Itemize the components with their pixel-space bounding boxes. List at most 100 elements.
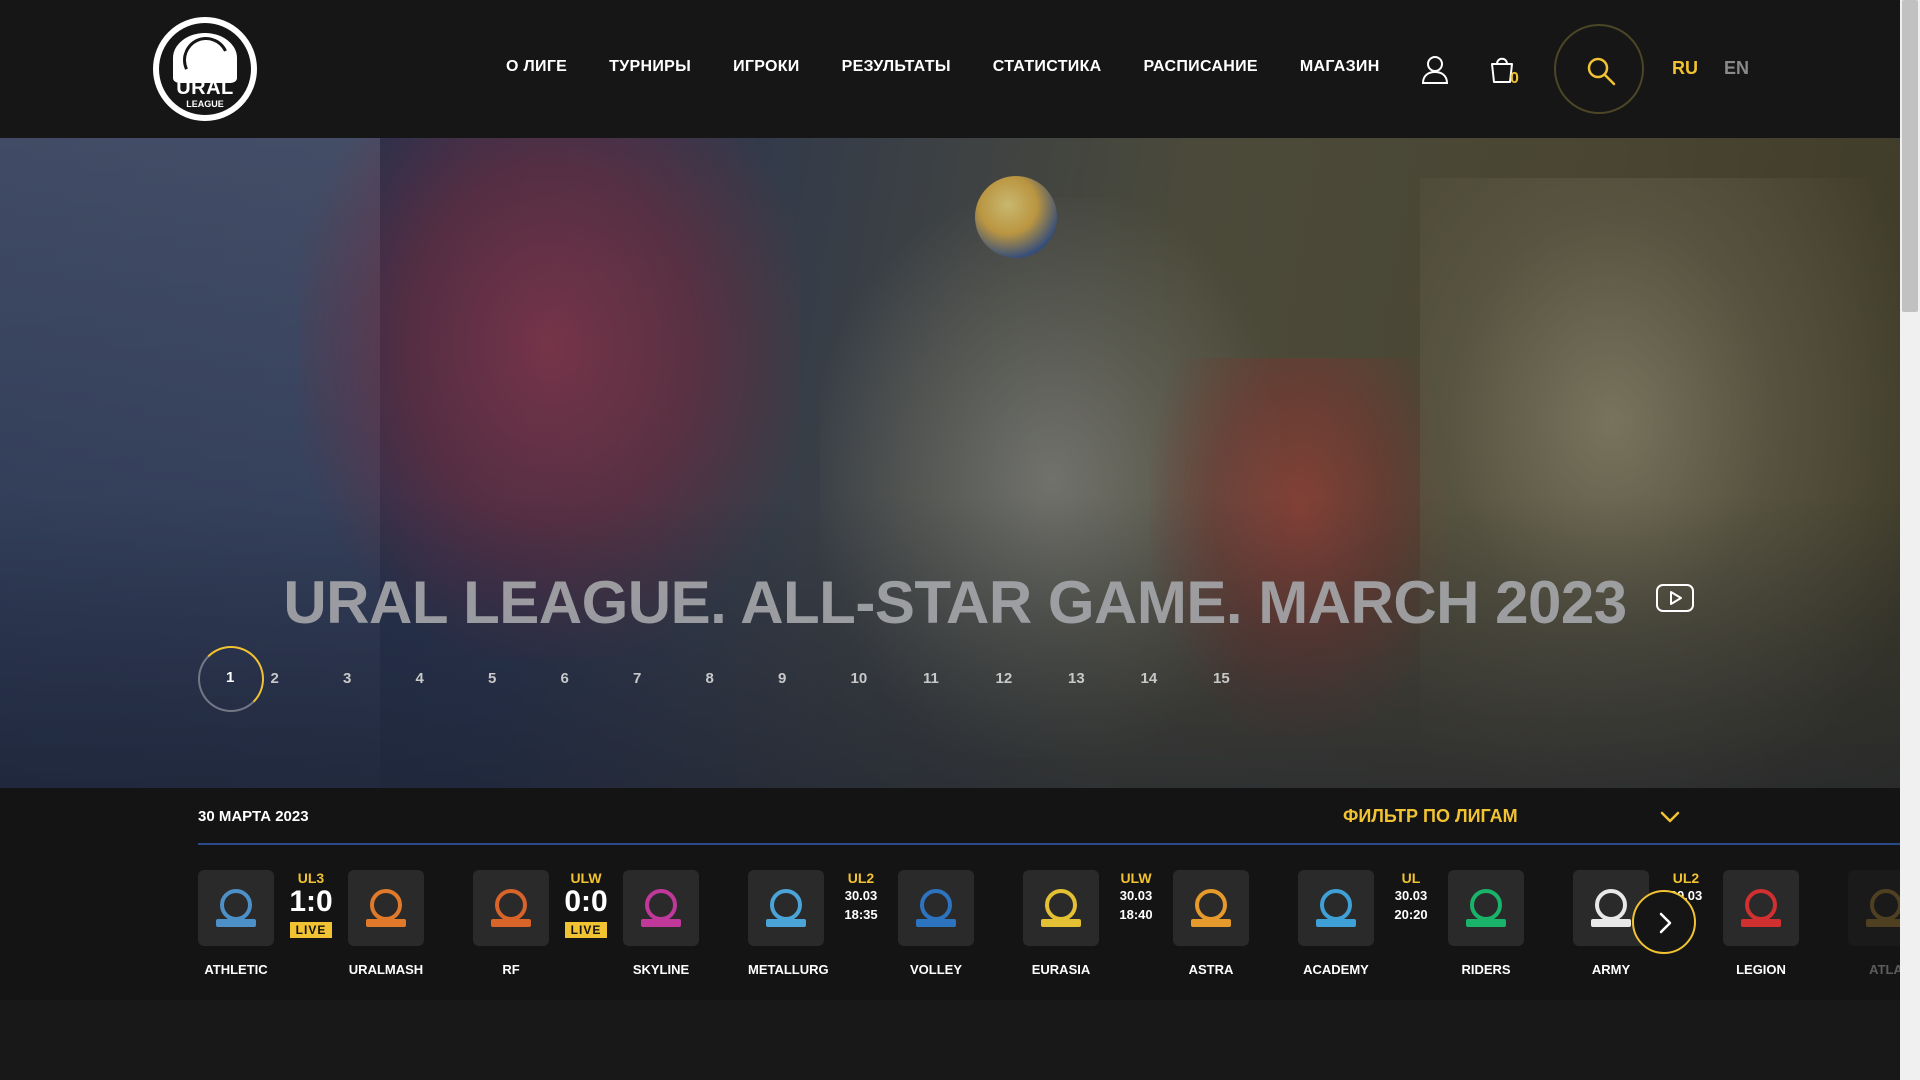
match-card[interactable]: ARMYUL230.03...0LEGION [1573,870,1845,990]
main-nav: О ЛИГЕ ТУРНИРЫ ИГРОКИ РЕЗУЛЬТАТЫ СТАТИСТ… [506,58,1380,76]
matches-strip: 30 МАРТА 2023 ФИЛЬТР ПО ЛИГАМ ATHLETIC UL… [0,788,1920,1000]
cart-count-badge: 0 [1510,70,1519,87]
search-icon [1587,57,1616,86]
slide-dot[interactable]: 2 [271,670,344,687]
team-logo-icon [348,870,424,946]
slide-dot[interactable]: 7 [633,670,706,687]
league-code: UL2 [1672,870,1700,886]
nav-item-shop[interactable]: МАГАЗИН [1300,58,1380,76]
match-score: 0:0 [564,885,608,918]
volleyball-logo-icon [173,33,237,83]
team-logo-icon [1448,870,1524,946]
match-date: 30.03 [844,888,878,903]
slide-dot[interactable]: 5 [488,670,561,687]
league-code: UL2 [847,870,875,886]
slide-dot[interactable]: 10 [851,670,924,687]
team[interactable]: LEGION [1723,870,1799,977]
team-name: ATHLETIC [204,962,268,977]
slide-dot[interactable]: 8 [706,670,779,687]
page-scrollbar[interactable] [1900,0,1920,1080]
league-code: UL [1401,870,1421,886]
slide-dot[interactable]: 14 [1141,670,1214,687]
lang-en-button[interactable]: EN [1724,58,1749,79]
page-bottom-band [0,1000,1900,1080]
team-logo-icon [1173,870,1249,946]
team-logo-icon [1298,870,1374,946]
match-time: 20:20 [1394,907,1428,922]
team[interactable]: METALLURG [748,870,829,977]
team-name: VOLLEY [909,962,962,977]
team[interactable]: ASTRA [1173,870,1249,977]
team-logo-icon [748,870,824,946]
match-date: 30.03 [1394,888,1428,903]
hero-slider: URAL LEAGUE. ALL-STAR GAME. MARCH 2023 1… [0,138,1900,788]
chevron-down-icon[interactable] [1660,810,1680,824]
league-filter-dropdown[interactable]: ФИЛЬТР ПО ЛИГАМ [1343,806,1518,827]
user-account-icon[interactable] [1420,55,1450,85]
team-name: EURASIA [1031,962,1091,977]
nav-item-players[interactable]: ИГРОКИ [733,58,800,76]
nav-item-results[interactable]: РЕЗУЛЬТАТЫ [842,58,951,76]
team[interactable]: ATHLETIC [198,870,274,977]
match-card[interactable]: ATHLETIC UL3 1:0 LIVE URALMASH [198,870,470,990]
team-logo-icon [1023,870,1099,946]
nav-item-statistics[interactable]: СТАТИСТИКА [993,58,1102,76]
team-logo-icon [623,870,699,946]
slide-dot[interactable]: 13 [1068,670,1141,687]
team-name: ACADEMY [1303,962,1369,977]
search-button[interactable] [1554,24,1644,114]
team[interactable]: RF [473,870,549,977]
match-card[interactable]: RF ULW 0:0 LIVE SKYLINE [473,870,745,990]
nav-item-tournaments[interactable]: ТУРНИРЫ [609,58,691,76]
team-name: URALMASH [348,962,424,977]
match-info: ULW 30.03 18:40 [1103,870,1169,924]
scrollbar-thumb[interactable] [1902,0,1918,312]
match-score: 1:0 [289,885,333,918]
live-badge: LIVE [289,922,333,938]
logo-emblem: URAL LEAGUE [159,23,251,115]
match-date: 30.03 [1119,888,1153,903]
logo-subtitle: LEAGUE [186,99,224,109]
team-name: SKYLINE [632,962,690,977]
logo-title: URAL [176,77,234,99]
match-card[interactable]: ACADEMY UL 30.03 20:20 RIDERS [1298,870,1570,990]
match-info: UL3 1:0 LIVE [278,870,344,939]
team-name: ASTRA [1188,962,1234,977]
match-card[interactable]: EURASIA ULW 30.03 18:40 ASTRA [1023,870,1295,990]
league-code: ULW [1120,870,1152,886]
team[interactable]: EURASIA [1023,870,1099,977]
team-name: RF [502,962,520,977]
match-time: 18:40 [1119,907,1153,922]
slide-pager: 1 2 3 4 5 6 7 8 9 10 11 12 13 14 15 [198,646,1286,712]
team-name: ARMY [1591,962,1631,977]
nav-item-about[interactable]: О ЛИГЕ [506,58,567,76]
slide-dot[interactable]: 9 [778,670,851,687]
matches-next-button[interactable] [1632,890,1696,954]
match-time: 18:35 [844,907,878,922]
slide-dot[interactable]: 15 [1213,670,1286,687]
league-code: ULW [570,870,602,886]
team[interactable]: URALMASH [348,870,424,977]
team-name: RIDERS [1461,962,1511,977]
team[interactable]: SKYLINE [623,870,699,977]
lang-ru-button[interactable]: RU [1672,58,1698,79]
match-card[interactable]: METALLURG UL2 30.03 18:35 VOLLEY [748,870,1020,990]
nav-item-schedule[interactable]: РАСПИСАНИЕ [1143,58,1257,76]
team[interactable]: ACADEMY [1298,870,1374,977]
team-name: METALLURG [748,962,829,977]
matches-divider [198,843,1900,845]
league-code: UL3 [297,870,325,886]
team-name: LEGION [1736,962,1786,977]
team[interactable]: RIDERS [1448,870,1524,977]
slide-dot[interactable]: 3 [343,670,416,687]
matches-date: 30 МАРТА 2023 [198,808,309,825]
match-info: UL 30.03 20:20 [1378,870,1444,924]
slide-dot[interactable]: 6 [561,670,634,687]
team-logo-icon [198,870,274,946]
slide-dot[interactable]: 11 [923,670,996,687]
ural-league-logo[interactable]: URAL LEAGUE [150,14,260,124]
slide-dot[interactable]: 12 [996,670,1069,687]
team[interactable]: VOLLEY [898,870,974,977]
match-info: ULW 0:0 LIVE [553,870,619,939]
slide-dot[interactable]: 4 [416,670,489,687]
